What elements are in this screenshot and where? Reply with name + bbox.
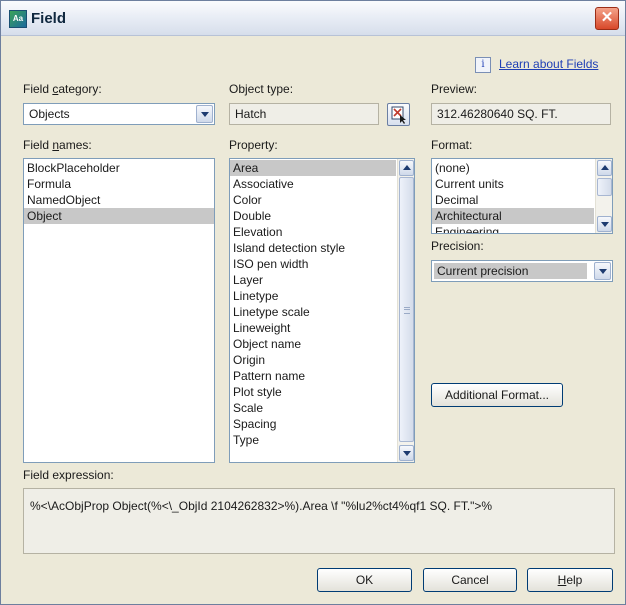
property-scrollbar[interactable] <box>397 159 414 462</box>
field-expression-box: %<\AcObjProp Object(%<\_ObjId 2104262832… <box>23 488 615 554</box>
list-item[interactable]: (none) <box>432 160 594 176</box>
scroll-up-icon[interactable] <box>399 160 414 176</box>
property-label: Property: <box>229 138 278 152</box>
field-category-label: Field category: <box>23 82 102 96</box>
chevron-down-icon[interactable] <box>196 105 213 123</box>
list-item[interactable]: Layer <box>230 272 396 288</box>
list-item[interactable]: Lineweight <box>230 320 396 336</box>
format-label: Format: <box>431 138 473 152</box>
field-app-icon: Aa <box>9 10 27 28</box>
list-item[interactable]: Double <box>230 208 396 224</box>
list-item[interactable]: BlockPlaceholder <box>24 160 214 176</box>
precision-label: Precision: <box>431 239 484 253</box>
info-icon: i <box>475 57 491 73</box>
list-item[interactable]: Type <box>230 432 396 448</box>
preview-value: 312.46280640 SQ. FT. <box>437 107 558 121</box>
close-button[interactable]: ✕ <box>595 7 619 30</box>
list-item[interactable]: Engineering <box>432 224 594 233</box>
list-item[interactable]: Island detection style <box>230 240 396 256</box>
list-item[interactable]: ISO pen width <box>230 256 396 272</box>
select-object-icon <box>391 106 406 124</box>
chevron-down-icon[interactable] <box>594 262 611 280</box>
list-item[interactable]: Associative <box>230 176 396 192</box>
field-expression-label: Field expression: <box>23 468 114 482</box>
list-item[interactable]: Origin <box>230 352 396 368</box>
list-item[interactable]: Spacing <box>230 416 396 432</box>
format-list[interactable]: (none) Current units Decimal Architectur… <box>431 158 613 234</box>
dialog-title: Field <box>31 10 67 27</box>
list-item[interactable]: Object <box>24 208 214 224</box>
list-item[interactable]: Plot style <box>230 384 396 400</box>
help-button[interactable]: Help <box>527 568 613 592</box>
precision-select[interactable]: Current precision <box>431 260 613 282</box>
list-item[interactable]: Decimal <box>432 192 594 208</box>
scroll-thumb[interactable] <box>597 178 612 196</box>
property-list[interactable]: Area Associative Color Double Elevation … <box>229 158 415 463</box>
list-item[interactable]: Color <box>230 192 396 208</box>
list-item[interactable]: Linetype scale <box>230 304 396 320</box>
preview-field: 312.46280640 SQ. FT. <box>431 103 611 125</box>
list-item[interactable]: Current units <box>432 176 594 192</box>
list-item[interactable]: Area <box>230 160 396 176</box>
list-item[interactable]: Linetype <box>230 288 396 304</box>
scroll-down-icon[interactable] <box>597 216 612 232</box>
precision-value: Current precision <box>437 264 529 278</box>
field-category-value: Objects <box>29 107 70 121</box>
list-item[interactable]: Elevation <box>230 224 396 240</box>
field-category-select[interactable]: Objects <box>23 103 215 125</box>
learn-about-fields-link[interactable]: Learn about Fields <box>499 57 598 71</box>
scroll-up-icon[interactable] <box>597 160 612 176</box>
list-item[interactable]: Formula <box>24 176 214 192</box>
list-item[interactable]: NamedObject <box>24 192 214 208</box>
scroll-down-icon[interactable] <box>399 445 414 461</box>
cancel-button[interactable]: Cancel <box>423 568 517 592</box>
object-type-label: Object type: <box>229 82 294 96</box>
list-item[interactable]: Pattern name <box>230 368 396 384</box>
preview-label: Preview: <box>431 82 478 96</box>
field-names-list[interactable]: BlockPlaceholder Formula NamedObject Obj… <box>23 158 215 463</box>
ok-button[interactable]: OK <box>317 568 412 592</box>
list-item[interactable]: Architectural <box>432 208 594 224</box>
format-scrollbar[interactable] <box>595 159 612 233</box>
close-icon: ✕ <box>600 9 614 26</box>
title-bar: Aa Field ✕ <box>1 1 625 36</box>
list-item[interactable]: Object name <box>230 336 396 352</box>
list-item[interactable]: Scale <box>230 400 396 416</box>
field-names-label: Field names: <box>23 138 92 152</box>
select-object-button[interactable] <box>387 103 410 126</box>
object-type-field: Hatch <box>229 103 379 125</box>
additional-format-button[interactable]: Additional Format... <box>431 383 563 407</box>
scroll-thumb[interactable] <box>399 177 414 442</box>
field-expression-value: %<\AcObjProp Object(%<\_ObjId 2104262832… <box>30 499 493 513</box>
object-type-value: Hatch <box>235 107 267 121</box>
field-dialog: Aa Field ✕ i Learn about Fields Field ca… <box>0 0 626 605</box>
